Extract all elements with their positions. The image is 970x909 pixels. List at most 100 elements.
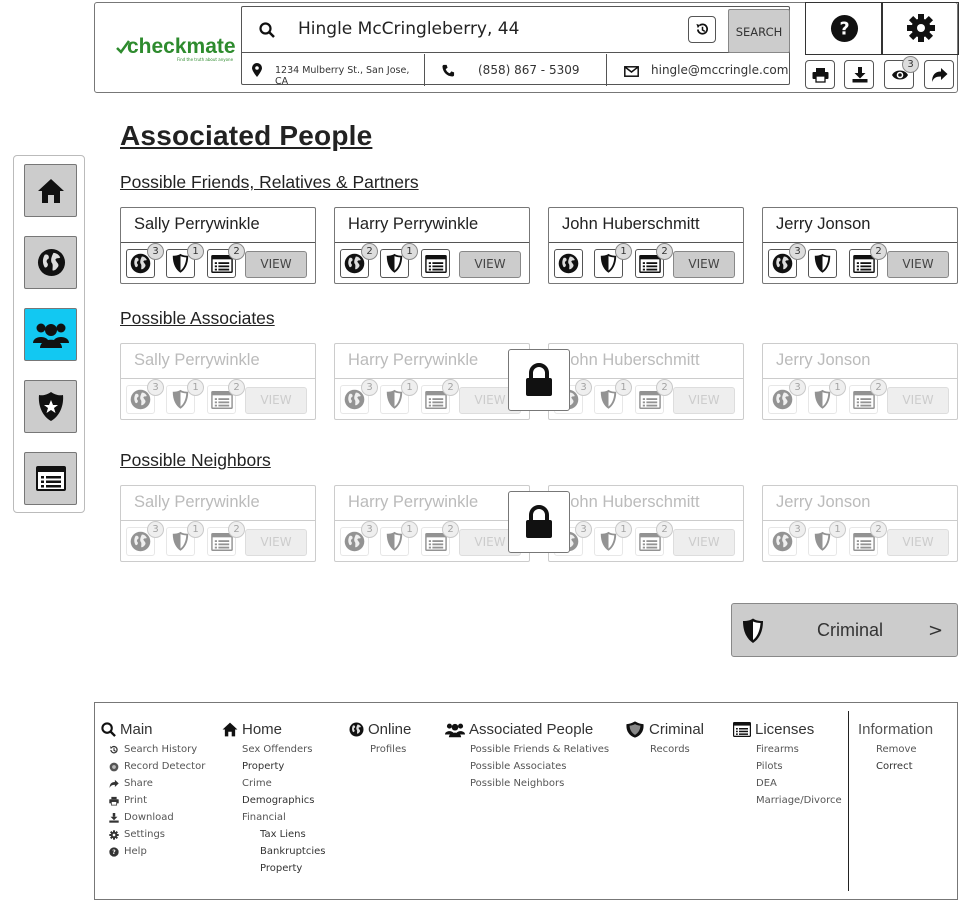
footer-associated-heading[interactable]: Associated People [445, 721, 609, 738]
footer-link[interactable]: Correct [876, 761, 933, 772]
search-button[interactable]: SEARCH [728, 9, 790, 53]
criminal-records-button[interactable]: 1 [808, 379, 846, 414]
public-records-button[interactable]: 2 [635, 379, 673, 414]
online-profiles-button[interactable]: 3 [768, 243, 806, 278]
locked-section-button[interactable] [508, 491, 570, 553]
checkmate-logo[interactable]: checkmate Find the truth about anyone [115, 35, 236, 62]
view-button[interactable]: VIEW [887, 529, 949, 556]
view-button[interactable]: VIEW [459, 251, 521, 278]
view-button[interactable]: VIEW [673, 529, 735, 556]
sidebar-item-criminal[interactable] [24, 380, 77, 433]
criminal-records-button[interactable]: 1 [166, 379, 204, 414]
online-profiles-button[interactable]: 3 [340, 379, 378, 414]
public-records-button[interactable]: 2 [207, 379, 245, 414]
online-profiles-button[interactable]: 3 [340, 521, 378, 556]
online-profiles-button[interactable]: 3 [768, 521, 806, 556]
footer-link[interactable]: Print [109, 795, 205, 806]
footer-link[interactable]: Bankruptcies [260, 846, 325, 857]
view-button[interactable]: VIEW [673, 251, 735, 278]
person-card[interactable]: Sally Perrywinkle 3 1 2 VIEW [120, 343, 316, 420]
online-profiles-button[interactable]: 3 [126, 521, 164, 556]
settings-button[interactable] [882, 2, 959, 55]
public-records-button[interactable]: 2 [207, 521, 245, 556]
footer-link[interactable]: Record Detector [109, 761, 205, 772]
footer-main-heading[interactable]: Main [101, 721, 205, 738]
footer-licenses-heading[interactable]: Licenses [733, 721, 842, 738]
public-records-button[interactable]: 2 [207, 243, 245, 278]
online-profiles-button[interactable]: 3 [126, 243, 164, 278]
footer-link[interactable]: Crime [242, 778, 325, 789]
person-card[interactable]: Harry Perrywinkle 3 1 2 VIEW [334, 343, 530, 420]
online-profiles-button[interactable]: 2 [340, 243, 378, 278]
footer-criminal-heading[interactable]: Criminal [625, 721, 704, 738]
criminal-records-button[interactable]: 1 [808, 521, 846, 556]
footer-online-heading[interactable]: Online [349, 721, 411, 738]
footer-link[interactable]: Firearms [756, 744, 842, 755]
person-card[interactable]: John Huberschmitt 3 1 2 VIEW [548, 485, 744, 562]
footer-link[interactable]: Property [242, 761, 325, 772]
view-button[interactable]: VIEW [673, 387, 735, 414]
criminal-records-button[interactable]: 1 [166, 521, 204, 556]
view-button[interactable]: VIEW [245, 529, 307, 556]
footer-information-heading[interactable]: Information [858, 721, 933, 738]
public-records-button[interactable] [421, 249, 450, 278]
footer-link[interactable]: Records [650, 744, 704, 755]
public-records-button[interactable]: 2 [635, 521, 673, 556]
criminal-records-button[interactable] [808, 249, 837, 278]
person-card[interactable]: Sally Perrywinkle 3 1 2 VIEW [120, 207, 316, 284]
download-button[interactable] [844, 60, 874, 89]
public-records-button[interactable]: 2 [421, 379, 459, 414]
footer-link[interactable]: Profiles [370, 744, 411, 755]
public-records-button[interactable]: 2 [421, 521, 459, 556]
public-records-button[interactable]: 2 [849, 243, 887, 278]
criminal-records-button[interactable]: 1 [166, 243, 204, 278]
next-section-criminal-button[interactable]: Criminal > [731, 603, 958, 657]
criminal-records-button[interactable]: 1 [380, 243, 418, 278]
criminal-records-button[interactable]: 1 [380, 521, 418, 556]
footer-link[interactable]: DEA [756, 778, 842, 789]
footer-link[interactable]: Download [109, 812, 205, 823]
footer-link[interactable]: Settings [109, 829, 205, 840]
person-card[interactable]: Jerry Jonson 3 2 VIEW [762, 207, 958, 284]
share-button[interactable] [924, 60, 954, 89]
online-profiles-button[interactable] [554, 249, 583, 278]
footer-link[interactable]: Possible Friends & Relatives [470, 744, 609, 755]
person-card[interactable]: Jerry Jonson 3 1 2 VIEW [762, 485, 958, 562]
public-records-button[interactable]: 2 [849, 521, 887, 556]
print-button[interactable] [805, 60, 835, 89]
person-card[interactable]: Harry Perrywinkle 3 1 2 VIEW [334, 485, 530, 562]
view-button[interactable]: VIEW [887, 251, 949, 278]
sidebar-item-licenses[interactable] [24, 452, 77, 505]
help-button[interactable]: ? [805, 2, 882, 55]
view-button[interactable]: VIEW [245, 251, 307, 278]
criminal-records-button[interactable]: 1 [594, 243, 632, 278]
person-card[interactable]: Jerry Jonson 3 1 2 VIEW [762, 343, 958, 420]
criminal-records-button[interactable]: 1 [594, 379, 632, 414]
footer-link[interactable]: Possible Neighbors [470, 778, 609, 789]
person-card[interactable]: John Huberschmitt 1 2 VIEW [548, 207, 744, 284]
sidebar-item-associated-people[interactable] [24, 308, 77, 361]
online-profiles-button[interactable]: 3 [126, 379, 164, 414]
footer-link[interactable]: Share [109, 778, 205, 789]
online-profiles-button[interactable]: 3 [768, 379, 806, 414]
view-button[interactable]: VIEW [887, 387, 949, 414]
footer-link[interactable]: Search History [109, 744, 205, 755]
footer-home-heading[interactable]: Home [222, 721, 325, 738]
footer-link[interactable]: Sex Offenders [242, 744, 325, 755]
public-records-button[interactable]: 2 [849, 379, 887, 414]
footer-link[interactable]: Marriage/Divorce [756, 795, 842, 806]
sidebar-item-home[interactable] [24, 164, 77, 217]
footer-link[interactable]: Remove [876, 744, 933, 755]
person-card[interactable]: Sally Perrywinkle 3 1 2 VIEW [120, 485, 316, 562]
footer-link[interactable]: Tax Liens [260, 829, 325, 840]
search-input[interactable]: Hingle McCringleberry, 44 [298, 19, 519, 39]
search-history-button[interactable] [688, 16, 716, 43]
locked-section-button[interactable] [508, 349, 570, 411]
person-card[interactable]: John Huberschmitt 3 1 2 VIEW [548, 343, 744, 420]
view-button[interactable]: VIEW [245, 387, 307, 414]
footer-link[interactable]: ? Help [109, 846, 205, 857]
public-records-button[interactable]: 2 [635, 243, 673, 278]
footer-link[interactable]: Property [260, 863, 325, 874]
person-card[interactable]: Harry Perrywinkle 2 1 VIEW [334, 207, 530, 284]
criminal-records-button[interactable]: 1 [594, 521, 632, 556]
